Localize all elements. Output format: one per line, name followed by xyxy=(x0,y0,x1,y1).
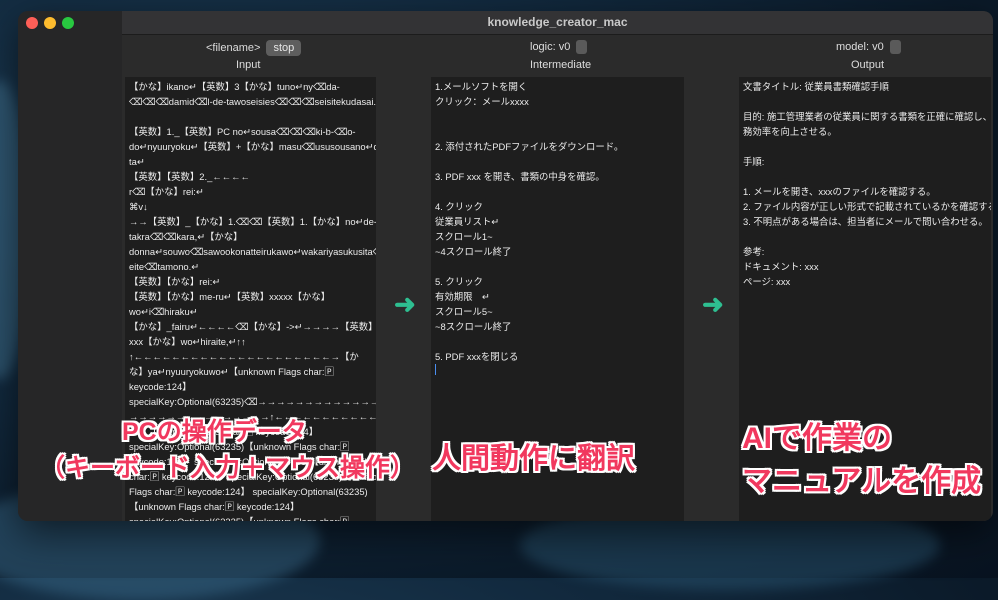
intermediate-line xyxy=(435,124,680,139)
input-line: ⌘v↓ xyxy=(129,201,148,212)
zoom-window-button[interactable] xyxy=(62,17,74,29)
annotation-output-title: AIで作業の xyxy=(742,422,892,455)
input-line: xxx【かな】wo↵hiraite,↵↑↑ xyxy=(129,336,246,347)
output-line: 手順: xyxy=(743,156,765,167)
input-line: eite⌫tamono.↵ xyxy=(129,261,200,272)
sidebar xyxy=(18,11,122,521)
intermediate-line xyxy=(435,154,680,169)
input-line xyxy=(129,109,372,124)
output-line: 務効率を向上させる。 xyxy=(743,126,837,137)
intermediate-line xyxy=(435,109,680,124)
model-version-label: model: v0 xyxy=(836,41,884,53)
intermediate-line: ~8スクロール終了 xyxy=(435,321,512,332)
annotation-input-subtitle: （キーボード入力＋マウス操作） xyxy=(40,454,416,482)
logic-version-label: logic: v0 xyxy=(530,41,571,53)
intermediate-line: クリック：メールxxxx xyxy=(435,96,529,107)
input-line: 【かな】_fairu↵←←←←⌫【かな】->↵→→→→【英数】 xyxy=(129,321,376,332)
input-line: specialKey:Optional(63235)⌫→→→→→→→→→→→→→… xyxy=(129,396,376,407)
intermediate-line: 4. クリック xyxy=(435,201,483,212)
output-column-label: Output xyxy=(851,59,885,71)
right-arrow-icon: ➜ xyxy=(394,289,416,319)
input-line: な】ya↵nyuuryokuwo↵【unknown Flags char:🄿 xyxy=(129,366,334,377)
logic-controls: logic: v0 xyxy=(530,40,588,54)
input-line: ⌫⌫⌫damid⌫l-de-tawoseisies⌫⌫⌫seisitekudas… xyxy=(129,96,376,107)
output-line: 文書タイトル: 従業員書類確認手順 xyxy=(743,81,889,92)
input-line: 【かな】ikano↵【英数】3【かな】tuno↵ny⌫da- xyxy=(129,81,340,92)
output-line: 参考: xyxy=(743,246,765,257)
intermediate-line: 有効期限 ↵ xyxy=(435,291,490,302)
input-line: specialKey:Optional(63235)【unknown Flags… xyxy=(129,514,372,521)
intermediate-line: 3. PDF xxx を開き、書類の中身を確認。 xyxy=(435,171,605,182)
input-line: wo↵i⌫hiraku↵ xyxy=(129,306,198,317)
output-line: 目的: 施工管理業者の従業員に関する書類を正確に確認し、業 xyxy=(743,111,991,122)
stop-button[interactable]: stop xyxy=(266,40,302,56)
output-line: 2. ファイル内容が正しい形式で記載されているかを確認する。 xyxy=(743,201,991,212)
output-line: 3. 不明点がある場合は、担当者にメールで問い合わせる。 xyxy=(743,216,988,227)
annotation-intermediate: 人間動作に翻訳 xyxy=(432,443,636,475)
intermediate-line: ~4スクロール終了 xyxy=(435,246,512,257)
input-line: 【英数】【かな】me-ru↵【英数】xxxxx【かな】 xyxy=(129,291,331,302)
input-line: ↑←←←←←←←←←←←←←←←←←←←←←→【か xyxy=(129,351,359,362)
model-controls: model: v0 xyxy=(836,40,901,54)
output-line: 1. メールを開き、xxxのファイルを確認する。 xyxy=(743,186,936,197)
window-title: knowledge_creator_mac xyxy=(122,11,993,35)
logic-version-selector[interactable] xyxy=(576,40,588,54)
input-line: r⌫【かな】rei:↵ xyxy=(129,186,204,197)
input-line: →→【英数】_【かな】1.⌫⌫【英数】1.【かな】no↵de- xyxy=(129,216,376,227)
input-line: ta↵ xyxy=(129,156,145,167)
intermediate-line: 5. PDF xxxを閉じる xyxy=(435,351,519,362)
intermediate-line: 5. クリック xyxy=(435,276,483,287)
minimize-window-button[interactable] xyxy=(44,17,56,29)
intermediate-line xyxy=(435,259,680,274)
input-line: 【英数】【英数】2._←←←← xyxy=(129,171,250,182)
input-column-label: Input xyxy=(236,59,261,71)
intermediate-line: 1.メールソフトを開く xyxy=(435,81,528,92)
intermediate-line: スクロール1~ xyxy=(435,231,493,242)
model-version-selector[interactable] xyxy=(889,40,901,54)
intermediate-line xyxy=(435,334,680,349)
annotation-output-subtitle: マニュアルを作成 xyxy=(742,465,982,498)
close-window-button[interactable] xyxy=(26,17,38,29)
input-line: do↵nyuuryoku↵【英数】+【かな】masu⌫ususousano↵de… xyxy=(129,141,376,152)
intermediate-line xyxy=(435,184,680,199)
intermediate-line: スクロール5~ xyxy=(435,306,493,317)
input-line: keycode:124】 xyxy=(129,381,192,392)
input-line: 【unknown Flags char:🄿 keycode:124】 xyxy=(129,501,300,512)
output-line: ドキュメント: xxx xyxy=(743,261,819,272)
filename-controls: <filename> stop xyxy=(206,40,302,56)
intermediate-line: 2. 添付されたPDFファイルをダウンロード。 xyxy=(435,141,624,152)
annotation-input-title: PCの操作データ xyxy=(122,418,307,446)
output-line: ページ: xxx xyxy=(743,276,791,287)
intermediate-column-label: Intermediate xyxy=(530,59,592,71)
right-arrow-icon: ➜ xyxy=(702,289,724,319)
input-line: donna↵souwo⌫sawookonatteirukawo↵wakariya… xyxy=(129,246,376,257)
text-cursor xyxy=(435,364,436,375)
input-line: Flags char:🄿 keycode:124】 specialKey:Opt… xyxy=(129,486,368,497)
input-line: 【英数】1._【英数】PC no↵sousa⌫⌫⌫ki-b-⌫o- xyxy=(129,126,356,137)
filename-label: <filename> xyxy=(206,42,261,54)
intermediate-line: 従業員リスト↵ xyxy=(435,216,500,227)
input-line: 【英数】【かな】rei:↵ xyxy=(129,276,221,287)
input-line: takra⌫⌫kara,↵【かな】 xyxy=(129,231,243,242)
